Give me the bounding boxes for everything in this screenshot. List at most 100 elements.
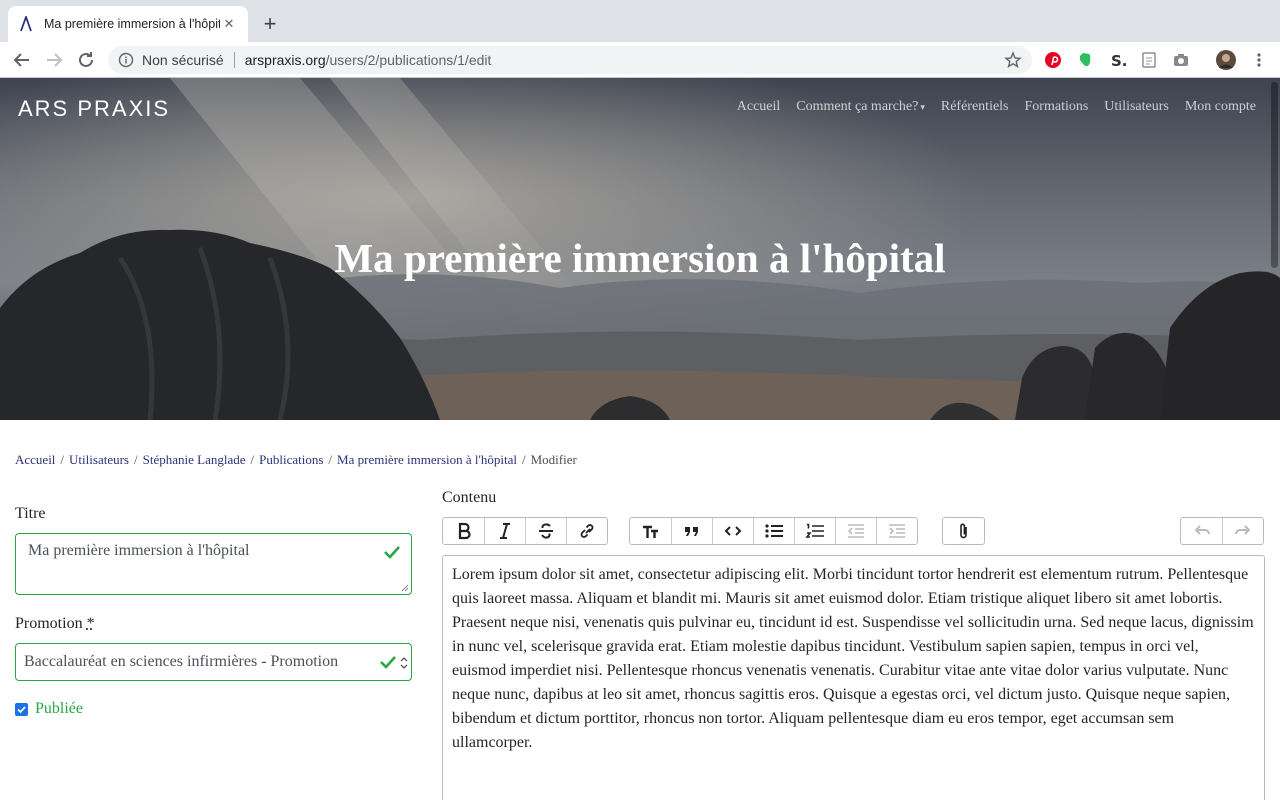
svg-text:S.: S. xyxy=(1111,52,1126,69)
profile-avatar[interactable] xyxy=(1216,50,1236,70)
main-nav: Accueil Comment ça marche? ▾ Référentiels… xyxy=(721,99,1256,115)
browser-tab[interactable]: Ma première immersion à l'hôpital ✕ xyxy=(8,6,248,42)
breadcrumb-link-utilisateurs[interactable]: Utilisateurs xyxy=(69,452,129,467)
document-icon[interactable] xyxy=(1140,51,1158,69)
text-tools-group xyxy=(442,517,608,545)
evernote-icon[interactable] xyxy=(1076,51,1094,69)
breadcrumb-link-accueil[interactable]: Accueil xyxy=(15,452,55,467)
valid-check-icon xyxy=(379,653,397,671)
back-arrow-icon[interactable] xyxy=(10,48,34,72)
nav-link-utilisateurs[interactable]: Utilisateurs xyxy=(1104,99,1169,115)
strikethrough-button[interactable] xyxy=(525,518,566,544)
undo-icon xyxy=(1194,525,1210,535)
address-bar[interactable]: Non sécurisé arspraxis.org/users/2/publi… xyxy=(108,46,1032,74)
italic-button[interactable] xyxy=(484,518,525,544)
breadcrumb-link-publications[interactable]: Publications xyxy=(259,452,323,467)
increase-indent-button[interactable] xyxy=(876,518,917,544)
block-tools-group xyxy=(629,517,918,545)
file-tools-group xyxy=(942,517,985,545)
breadcrumb-separator: / xyxy=(60,452,65,467)
page-title: Ma première immersion à l'hôpital xyxy=(334,235,946,281)
browser-tabstrip: Ma première immersion à l'hôpital ✕ + xyxy=(0,0,1280,42)
menu-icon[interactable] xyxy=(1250,51,1268,69)
attach-icon xyxy=(959,523,967,539)
content-editor-text: Lorem ipsum dolor sit amet, consectetur … xyxy=(452,566,1254,751)
breadcrumb-separator: / xyxy=(133,452,138,467)
heading-icon xyxy=(642,525,658,538)
nav-link-mon-compte[interactable]: Mon compte xyxy=(1185,99,1256,115)
required-mark: * xyxy=(86,615,95,632)
bold-button[interactable] xyxy=(443,518,484,544)
breadcrumb-separator: / xyxy=(250,452,255,467)
forward-arrow-icon[interactable] xyxy=(42,48,66,72)
breadcrumb-separator: / xyxy=(522,452,526,467)
quote-icon xyxy=(685,527,698,536)
new-tab-button[interactable]: + xyxy=(258,12,282,36)
select-arrows-icon xyxy=(400,657,408,669)
nav-link-accueil[interactable]: Accueil xyxy=(737,99,781,115)
bold-icon xyxy=(458,522,471,540)
link-button[interactable] xyxy=(566,518,607,544)
page-scrollbar[interactable] xyxy=(1271,82,1278,268)
heading-button[interactable] xyxy=(630,518,671,544)
increase-indent-icon xyxy=(889,524,905,538)
decrease-indent-icon xyxy=(847,524,864,538)
hero-banner: ARS PRAXIS Accueil Comment ça marche? ▾ R… xyxy=(0,78,1280,420)
checkmark-icon xyxy=(17,706,26,714)
reload-icon[interactable] xyxy=(74,48,98,72)
dollar-icon[interactable]: S. xyxy=(1108,51,1126,69)
nav-link-label: Comment ça marche? xyxy=(796,99,919,114)
url-path: /users/2/publications/1/edit xyxy=(325,52,492,68)
nav-link-formations[interactable]: Formations xyxy=(1025,99,1089,115)
bullet-list-button[interactable] xyxy=(753,518,794,544)
breadcrumb-current: Modifier xyxy=(530,452,577,467)
published-checkbox[interactable] xyxy=(15,703,28,716)
nav-link-referentiels[interactable]: Référentiels xyxy=(941,99,1009,115)
title-field[interactable]: Ma première immersion à l'hôpital xyxy=(15,533,412,595)
bookmark-star-icon[interactable] xyxy=(1004,51,1022,69)
undo-button[interactable] xyxy=(1181,518,1222,544)
promotion-label-text: Promotion xyxy=(15,615,83,632)
quote-button[interactable] xyxy=(671,518,712,544)
caret-down-icon: ▾ xyxy=(920,102,925,112)
url-host: arspraxis.org xyxy=(244,52,326,68)
code-icon xyxy=(724,526,742,536)
attach-button[interactable] xyxy=(943,518,984,544)
promotion-label: Promotion * xyxy=(15,615,95,633)
title-field-value: Ma première immersion à l'hôpital xyxy=(28,542,250,559)
content-label: Contenu xyxy=(442,489,497,506)
published-label[interactable]: Publiée xyxy=(35,700,83,718)
content-editor[interactable]: Lorem ipsum dolor sit amet, consectetur … xyxy=(442,555,1265,800)
breadcrumb-separator: / xyxy=(328,452,333,467)
security-label: Non sécurisé xyxy=(142,52,224,68)
tab-title: Ma première immersion à l'hôpital xyxy=(44,17,220,31)
link-icon xyxy=(580,524,594,538)
camera-icon[interactable] xyxy=(1172,51,1190,69)
number-list-icon xyxy=(805,523,824,538)
history-tools-group xyxy=(1180,517,1264,545)
promotion-select-value: Baccalauréat en sciences infirmières - P… xyxy=(24,653,339,670)
brand-logo[interactable]: ARS PRAXIS xyxy=(18,96,170,122)
promotion-select[interactable]: Baccalauréat en sciences infirmières - P… xyxy=(15,643,412,681)
breadcrumb: Accueil / Utilisateurs / Stéphanie Langlade /… xyxy=(15,452,577,468)
browser-toolbar: Non sécurisé arspraxis.org/users/2/publi… xyxy=(0,42,1280,78)
omnibox-divider xyxy=(233,52,235,68)
resize-handle-icon[interactable] xyxy=(401,584,409,592)
nav-link-comment-ca-marche[interactable]: Comment ça marche? ▾ xyxy=(796,99,925,115)
breadcrumb-link-user[interactable]: Stéphanie Langlade xyxy=(143,452,246,467)
site-favicon-icon xyxy=(20,16,32,32)
title-label: Titre xyxy=(15,505,46,522)
strikethrough-icon xyxy=(539,523,553,539)
decrease-indent-button[interactable] xyxy=(835,518,876,544)
info-icon[interactable] xyxy=(118,52,134,68)
redo-icon xyxy=(1235,525,1251,535)
number-list-button[interactable] xyxy=(794,518,835,544)
breadcrumb-link-publication[interactable]: Ma première immersion à l'hôpital xyxy=(337,452,517,467)
redo-button[interactable] xyxy=(1222,518,1263,544)
valid-check-icon xyxy=(384,546,400,559)
italic-icon xyxy=(500,523,510,539)
code-button[interactable] xyxy=(712,518,753,544)
bullet-list-icon xyxy=(765,524,783,538)
pinterest-icon[interactable] xyxy=(1044,51,1062,69)
close-tab-icon[interactable]: ✕ xyxy=(220,15,238,33)
